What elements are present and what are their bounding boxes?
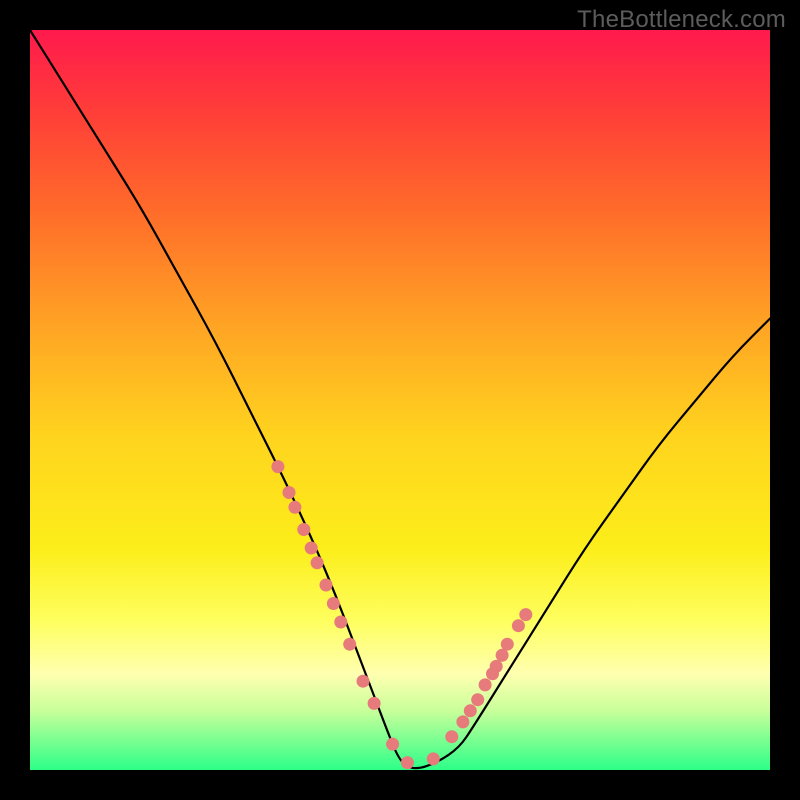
highlight-dots-group [271, 460, 532, 769]
highlight-dot [464, 704, 477, 717]
highlight-dot [343, 638, 356, 651]
highlight-dot [471, 693, 484, 706]
highlight-dot [271, 460, 284, 473]
bottleneck-curve-path [30, 30, 770, 768]
highlight-dot [311, 556, 324, 569]
highlight-dot [501, 638, 514, 651]
highlight-dot [490, 660, 503, 673]
highlight-dot [320, 579, 333, 592]
highlight-dot [357, 675, 370, 688]
watermark-text: TheBottleneck.com [577, 6, 786, 34]
highlight-dot [297, 523, 310, 536]
highlight-dot [479, 678, 492, 691]
highlight-dot [512, 619, 525, 632]
highlight-dot [386, 738, 399, 751]
highlight-dot [445, 730, 458, 743]
highlight-dot [401, 756, 414, 769]
plot-area [30, 30, 770, 770]
highlight-dot [288, 501, 301, 514]
highlight-dot [334, 616, 347, 629]
highlight-dot [496, 649, 509, 662]
chart-frame: TheBottleneck.com [0, 0, 800, 800]
highlight-dot [368, 697, 381, 710]
highlight-dot [327, 597, 340, 610]
highlight-dot [305, 542, 318, 555]
chart-svg [30, 30, 770, 770]
highlight-dot [519, 608, 532, 621]
highlight-dot [283, 486, 296, 499]
highlight-dot [456, 715, 469, 728]
highlight-dot [427, 752, 440, 765]
